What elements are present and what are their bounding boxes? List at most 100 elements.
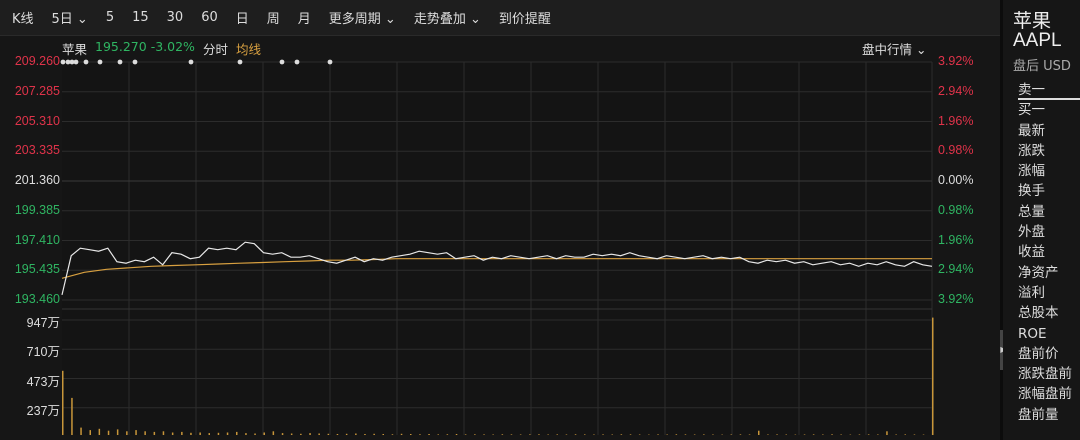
price-tick: 203.335 [14, 143, 60, 158]
volume-bar [153, 431, 156, 435]
volume-bar [693, 434, 696, 435]
quote-field-label: 盘前量 [1018, 406, 1059, 423]
volume-bar [446, 434, 449, 435]
volume-bar [236, 431, 238, 435]
volume-bar [483, 434, 485, 435]
pct-tick: 3.92% [938, 292, 974, 306]
volume-bar [602, 434, 604, 435]
volume-bar [355, 433, 357, 435]
volume-bar [895, 434, 897, 435]
volume-bar [776, 434, 778, 435]
volume-bar [373, 433, 375, 435]
volume-bar [547, 434, 549, 435]
volume-bar [410, 434, 412, 435]
quote-field-list: 卖一 买一 最新 涨跌 涨幅 换手 总量 外盘 收益 净资产 溢利 总股本 ROE 盘前价 涨跌盘前 涨幅盘前… [1018, 80, 1080, 425]
volume-bar [400, 433, 403, 435]
price-tick: 209.260 [14, 54, 60, 68]
quote-field-label: 总股本 [1018, 305, 1059, 322]
volume-bar [932, 317, 934, 435]
volume-bar [162, 431, 165, 435]
pct-tick: 2.94% [938, 83, 974, 98]
price-tick: 205.310 [14, 113, 60, 128]
volume-bar [831, 434, 833, 435]
volume-bar [584, 434, 586, 435]
volume-bar [904, 434, 906, 435]
event-marker-icon [294, 59, 300, 65]
volume-bar [199, 432, 201, 435]
event-marker-icon [237, 59, 243, 65]
quote-field-label: 涨幅盘前 [1018, 386, 1072, 403]
volume-bar [538, 434, 540, 435]
quote-field-label: 涨幅 [1018, 163, 1045, 180]
volume-bar [858, 434, 861, 435]
event-marker-icon [117, 59, 123, 65]
volume-bar [529, 434, 531, 435]
volume-bar [144, 431, 146, 435]
volume-bar [767, 434, 769, 435]
volume-bar [501, 434, 504, 435]
volume-bar [290, 433, 293, 435]
side-session: 盘后 USD [1013, 59, 1071, 74]
volume-bar [135, 430, 137, 435]
volume-bar [391, 434, 394, 435]
plot-bg [62, 62, 932, 435]
pct-tick: 0.00% [938, 173, 974, 187]
volume-bar [116, 429, 119, 435]
volume-bar [80, 427, 82, 435]
volume-bar [675, 434, 678, 435]
quote-sidebar: 苹果 AAPL 盘后 USD 卖一 买一 最新 涨跌 涨幅 换手 总量 外盘 收益 净资产 溢利 总股… [1003, 0, 1080, 440]
event-marker-icon [73, 59, 79, 65]
volume-tick: 237万 [26, 403, 60, 418]
volume-bar [62, 370, 64, 435]
intraday-chart [60, 59, 934, 435]
event-marker-icon [60, 59, 66, 65]
volume-bar [171, 432, 174, 435]
volume-bar [684, 434, 687, 435]
volume-bar [263, 432, 265, 435]
volume-bar [510, 434, 513, 435]
volume-tick: 473万 [26, 374, 60, 389]
volume-bar [364, 434, 366, 435]
quote-field-label: 最新 [1018, 122, 1045, 139]
volume-bar [309, 433, 311, 435]
volume-bar [272, 431, 275, 435]
volume-bar [226, 432, 229, 435]
volume-bar [181, 431, 183, 435]
quote-field-label: 溢利 [1018, 284, 1045, 301]
volume-bar [556, 434, 558, 435]
quote-field-label: 换手 [1018, 183, 1045, 200]
volume-bar [877, 434, 879, 435]
price-tick: 199.385 [14, 202, 60, 217]
volume-bar [867, 434, 870, 435]
volume-bar [455, 434, 458, 435]
volume-bar [748, 434, 751, 435]
volume-bar [190, 432, 192, 435]
price-tick: 207.285 [14, 83, 60, 98]
volume-bar [419, 434, 421, 435]
quote-field-label: 卖一 [1018, 80, 1080, 101]
volume-bar [89, 430, 91, 435]
volume-bar [492, 434, 494, 435]
volume-bar [474, 434, 476, 435]
volume-bar [593, 434, 595, 435]
volume-bar [208, 433, 210, 435]
volume-bar [437, 434, 439, 435]
volume-bar [336, 434, 339, 435]
volume-bar [703, 434, 705, 435]
side-stock-name: 苹果 [1013, 10, 1052, 32]
event-marker-icon [279, 59, 285, 65]
volume-bar [712, 434, 714, 435]
volume-bar [126, 431, 128, 435]
quote-field-label: 总量 [1018, 203, 1045, 220]
volume-tick: 710万 [26, 345, 60, 360]
volume-bar [666, 434, 668, 435]
price-tick: 201.360 [14, 173, 60, 187]
volume-bar [822, 434, 824, 435]
volume-bar [300, 433, 302, 435]
quote-field-label: 涨跌 [1018, 142, 1045, 159]
volume-bar [730, 434, 732, 435]
volume-bar [318, 433, 320, 435]
price-tick: 193.460 [14, 292, 60, 306]
pct-tick: 0.98% [938, 143, 974, 158]
volume-bar [638, 434, 641, 435]
